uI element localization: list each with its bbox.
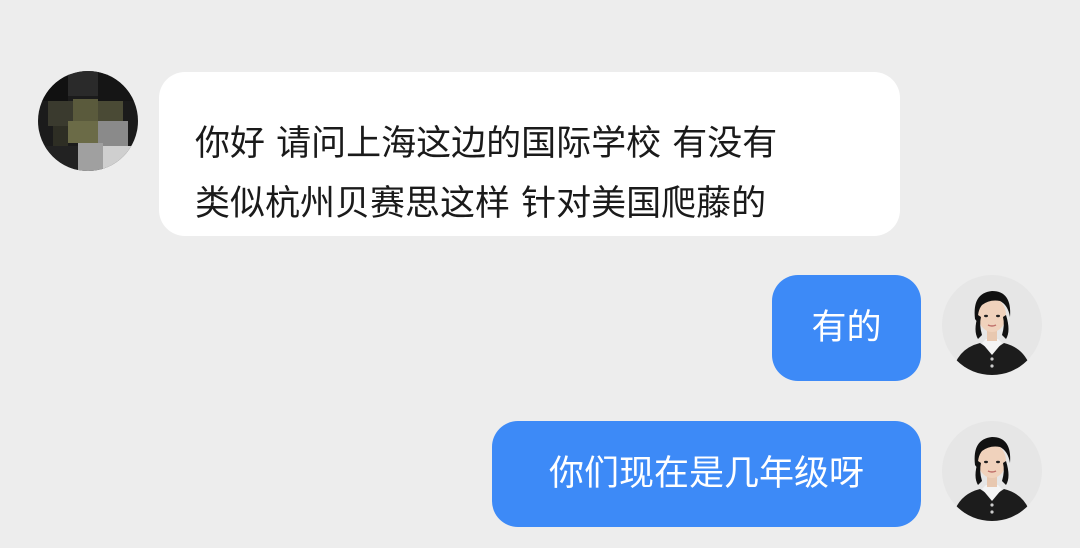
incoming-message-bubble[interactable]: 你好 请问上海这边的国际学校 有没有 类似杭州贝赛思这样 针对美国爬藤的 bbox=[159, 72, 900, 236]
outgoing-message-bubble[interactable]: 你们现在是几年级呀 bbox=[492, 421, 921, 527]
user-avatar-icon[interactable] bbox=[942, 421, 1042, 521]
user-avatar-icon[interactable] bbox=[942, 275, 1042, 375]
chat-area: 你好 请问上海这边的国际学校 有没有 类似杭州贝赛思这样 针对美国爬藤的 有的 … bbox=[0, 0, 1080, 548]
outgoing-message-bubble[interactable]: 有的 bbox=[772, 275, 921, 381]
contact-avatar-icon[interactable] bbox=[38, 71, 138, 171]
